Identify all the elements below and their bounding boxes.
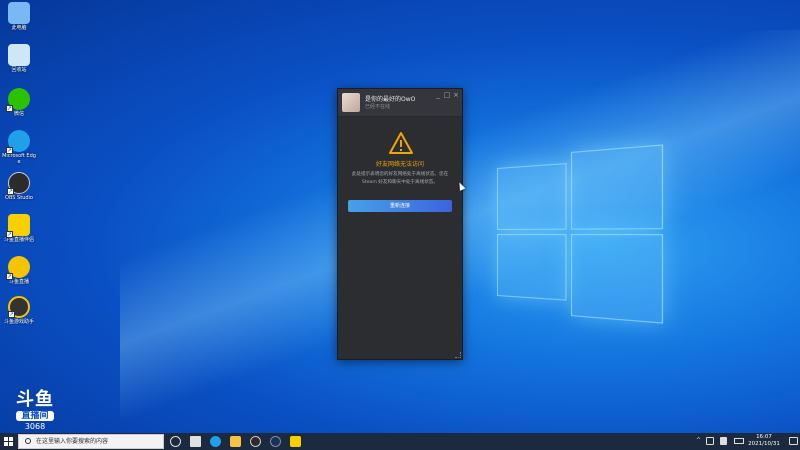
desktop: 此电脑 回收站 ↗ 微信 ↗ Microsoft Edge ↗ OBS Stud… <box>0 0 800 433</box>
douyu-companion-icon: ↗ <box>6 214 30 238</box>
volume-icon[interactable] <box>720 437 727 445</box>
icon-label: 回收站 <box>11 67 27 73</box>
warning-icon <box>389 132 413 154</box>
desktop-icon-douyu-live[interactable]: ↗ 斗鱼直播 <box>2 256 36 285</box>
search-icon <box>25 438 31 444</box>
douyu-live-icon: ↗ <box>6 256 30 280</box>
watermark-tag: 直播间 <box>16 411 54 421</box>
reconnect-button[interactable]: 重新连接 <box>348 200 452 212</box>
search-placeholder: 在这里输入你要搜索的内容 <box>36 438 109 445</box>
watermark-brand: 斗鱼 <box>16 389 54 410</box>
icon-label: OBS Studio <box>5 195 33 201</box>
edge-taskbar-icon[interactable] <box>210 436 221 447</box>
desktop-icon-obs[interactable]: ↗ OBS Studio <box>2 172 36 201</box>
clock-time: 16:07 <box>756 434 772 440</box>
start-button[interactable] <box>4 437 13 446</box>
desktop-icon-douyu-companion[interactable]: ↗ 斗鱼直播伴侣 <box>2 214 36 243</box>
taskbar-search-box[interactable]: 在这里输入你要搜索的内容 <box>18 434 164 449</box>
icon-label: Microsoft Edge <box>2 153 36 165</box>
obs-taskbar-icon[interactable] <box>250 436 261 447</box>
watermark-room-number: 3068 <box>24 422 46 431</box>
minimize-button[interactable]: _ <box>434 91 442 99</box>
desktop-icon-recycle-bin[interactable]: 回收站 <box>2 44 36 73</box>
task-view-icon[interactable] <box>170 436 181 447</box>
close-button[interactable]: × <box>452 91 460 99</box>
game-assistant-icon: ↗ <box>8 296 30 318</box>
friends-window-header: 是你的最好的OwO 已经不在线 _ □ × <box>338 89 462 117</box>
edge-icon: ↗ <box>6 130 30 154</box>
steam-friends-window: 是你的最好的OwO 已经不在线 _ □ × 好友网络无法访问 此处提示表明您的好… <box>337 88 463 360</box>
desktop-icon-wechat[interactable]: ↗ 微信 <box>2 88 36 117</box>
icon-label: 斗鱼游戏助手 <box>3 319 34 325</box>
taskbar: 在这里输入你要搜索的内容 ^ 16:07 2021/10/31 <box>0 433 800 450</box>
douyu-taskbar-icon[interactable] <box>290 436 301 447</box>
recycle-bin-icon <box>8 44 30 66</box>
obs-icon: ↗ <box>7 172 30 195</box>
widgets-icon[interactable] <box>190 436 201 447</box>
desktop-icon-this-pc[interactable]: 此电脑 <box>2 2 36 31</box>
error-description: 此处提示表明您的好友网络处于离线状态。您在 Steam 好友和聊天中处于离线状态… <box>351 172 449 185</box>
resize-grip[interactable] <box>455 352 461 358</box>
icon-label: 此电脑 <box>11 25 27 31</box>
user-status: 已经不在线 <box>365 104 391 110</box>
steam-taskbar-icon[interactable] <box>270 436 281 447</box>
user-name[interactable]: 是你的最好的OwO <box>365 94 415 103</box>
desktop-icon-game-assistant[interactable]: ↗ 斗鱼游戏助手 <box>2 296 36 325</box>
avatar[interactable] <box>342 93 360 112</box>
maximize-button[interactable]: □ <box>443 91 451 99</box>
douyu-watermark: 斗鱼 直播间 3068 <box>10 390 60 431</box>
notification-icon[interactable] <box>789 437 798 445</box>
windows-logo-wallpaper <box>497 144 664 324</box>
clock-date: 2021/10/31 <box>748 441 780 447</box>
error-title: 好友网络无法访问 <box>375 161 424 168</box>
computer-icon <box>8 2 30 24</box>
tray-chevron-icon[interactable]: ^ <box>696 438 701 444</box>
file-explorer-icon[interactable] <box>230 436 241 447</box>
network-icon[interactable] <box>706 437 714 445</box>
wechat-icon: ↗ <box>6 88 30 112</box>
desktop-icon-edge[interactable]: ↗ Microsoft Edge <box>2 130 36 165</box>
taskbar-clock[interactable]: 16:07 2021/10/31 <box>742 434 786 448</box>
